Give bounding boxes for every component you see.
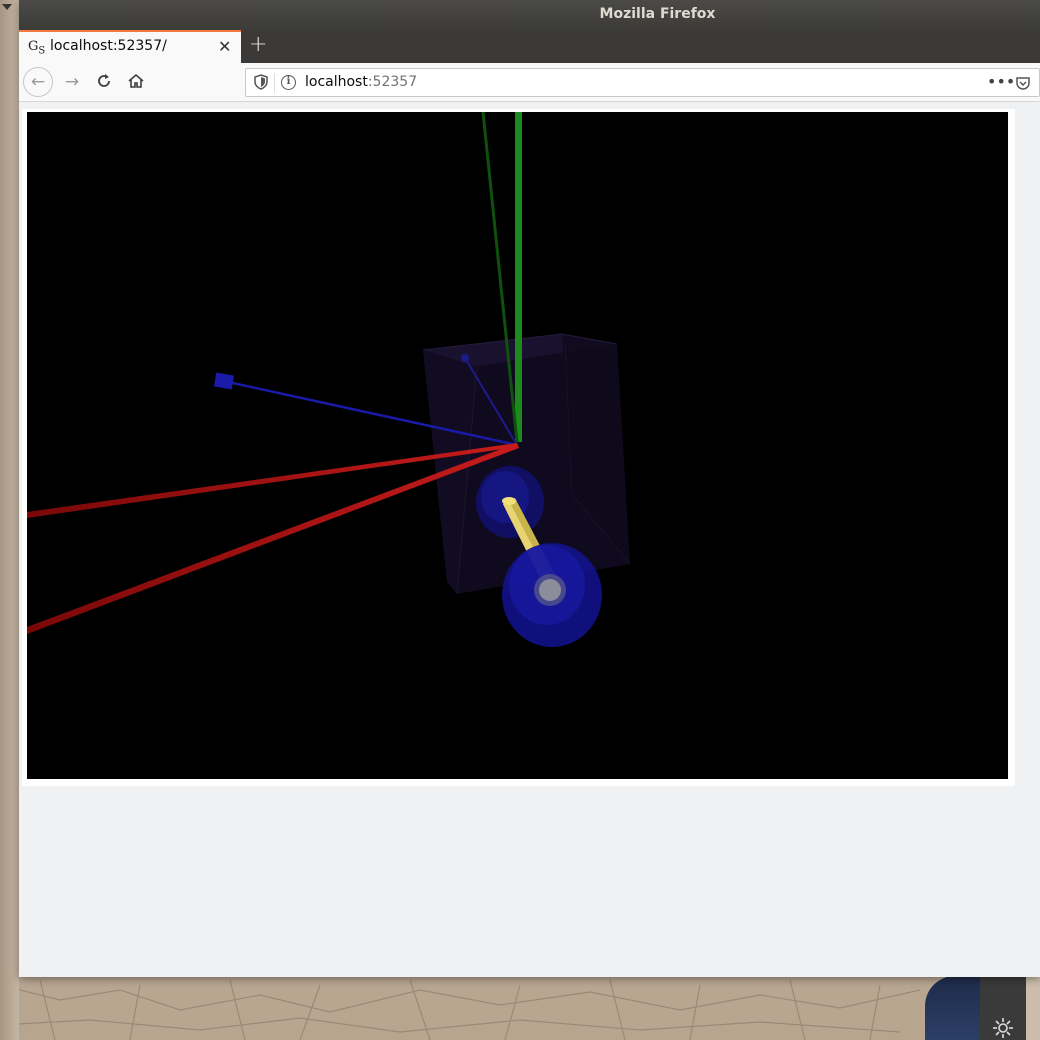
tab-strip: GS localhost:52357/ ✕ + [19, 30, 1040, 63]
close-icon[interactable]: ✕ [218, 37, 231, 56]
3d-viewport[interactable] [27, 111, 1008, 779]
canvas-frame [22, 109, 1015, 786]
gear-icon[interactable] [991, 1016, 1015, 1040]
desktop-left-strip [0, 0, 19, 1040]
url-bar[interactable]: i localhost:52357 ••• [245, 68, 1040, 97]
page-content [19, 102, 1040, 977]
info-icon[interactable]: i [281, 75, 296, 90]
shield-icon[interactable] [254, 74, 268, 90]
pocket-icon[interactable] [1015, 75, 1031, 91]
arrow-right-icon: → [64, 72, 80, 92]
tab-title: localhost:52357/ [50, 38, 167, 54]
reload-icon [98, 74, 110, 87]
back-button[interactable]: ← [23, 67, 53, 97]
desktop-edge [1026, 976, 1040, 1040]
window-title: Mozilla Firefox [599, 6, 716, 22]
new-tab-button[interactable]: + [249, 32, 267, 57]
dropdown-arrow-icon [2, 4, 12, 10]
url-text[interactable]: localhost:52357 [305, 74, 417, 90]
tab-localhost[interactable]: GS localhost:52357/ ✕ [19, 30, 241, 63]
url-divider [274, 73, 275, 93]
3d-scene[interactable] [27, 111, 1008, 779]
navigation-toolbar: ← → i localhost:52357 ••• [19, 63, 1040, 102]
wallpaper-figure [925, 976, 985, 1040]
reload-button[interactable] [94, 72, 114, 92]
home-button[interactable] [126, 72, 146, 92]
settings-tile[interactable] [980, 976, 1026, 1040]
favicon-icon: GS [28, 39, 46, 57]
window-titlebar[interactable]: Mozilla Firefox [19, 0, 1040, 30]
arrow-left-icon: ← [30, 72, 46, 92]
wheel-front [502, 543, 602, 647]
page-actions-button[interactable]: ••• [987, 72, 1015, 91]
firefox-window: Mozilla Firefox GS localhost:52357/ ✕ + … [19, 0, 1040, 977]
forward-button[interactable]: → [62, 72, 82, 92]
home-icon [128, 73, 144, 88]
